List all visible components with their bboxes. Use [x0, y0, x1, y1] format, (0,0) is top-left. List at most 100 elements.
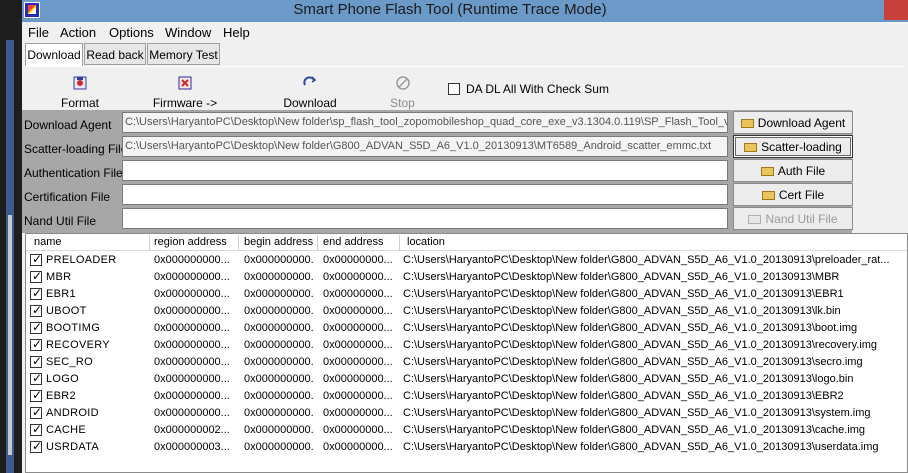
- row-region-address: 0x000000000...: [154, 271, 230, 283]
- col-name[interactable]: name: [34, 236, 62, 248]
- row-end-address: 0x00000000...: [323, 424, 393, 436]
- row-checkbox[interactable]: [30, 269, 42, 283]
- table-row[interactable]: MBR 0x000000000... 0x000000000... 0x0000000…: [26, 269, 907, 286]
- row-checkbox[interactable]: [30, 371, 42, 385]
- row-begin-address: 0x000000000...: [244, 424, 314, 436]
- close-button[interactable]: [884, 0, 908, 20]
- row-region-address: 0x000000000...: [154, 390, 230, 402]
- cert-file-button[interactable]: Cert File: [733, 183, 853, 206]
- row-checkbox[interactable]: [30, 303, 42, 317]
- table-row[interactable]: BOOTIMG 0x000000000... 0x000000000... 0x000…: [26, 320, 907, 337]
- row-region-address: 0x000000000...: [154, 407, 230, 419]
- download-agent-button[interactable]: Download Agent: [733, 111, 853, 134]
- table-row[interactable]: EBR1 0x000000000... 0x000000000... 0x000000…: [26, 286, 907, 303]
- row-location: C:\Users\HaryantoPC\Desktop\New folder\G…: [403, 441, 879, 453]
- row-end-address: 0x00000000...: [323, 373, 393, 385]
- menu-file[interactable]: File: [28, 25, 49, 40]
- row-begin-address: 0x000000000...: [244, 254, 314, 266]
- firmware-upgrade-icon: [178, 76, 192, 90]
- menu-action[interactable]: Action: [60, 25, 96, 40]
- row-location: C:\Users\HaryantoPC\Desktop\New folder\G…: [403, 339, 878, 351]
- row-checkbox[interactable]: [30, 388, 42, 402]
- da-checksum-checkbox[interactable]: [448, 83, 460, 95]
- nand-util-file-label: Nand Util File: [24, 214, 97, 228]
- row-region-address: 0x000000000...: [154, 254, 230, 266]
- table-row[interactable]: LOGO 0x000000000... 0x000000000... 0x000000…: [26, 371, 907, 388]
- row-name: EBR1: [46, 288, 76, 300]
- row-checkbox[interactable]: [30, 439, 42, 453]
- row-region-address: 0x000000003...: [154, 441, 230, 453]
- auth-file-button[interactable]: Auth File: [733, 159, 853, 182]
- row-location: C:\Users\HaryantoPC\Desktop\New folder\G…: [403, 305, 841, 317]
- folder-open-icon: [760, 167, 774, 176]
- authentication-file-path[interactable]: [122, 160, 728, 181]
- folder-open-icon: [748, 215, 762, 224]
- row-checkbox[interactable]: [30, 354, 42, 368]
- row-end-address: 0x00000000...: [323, 288, 393, 300]
- row-begin-address: 0x000000000...: [244, 288, 314, 300]
- row-end-address: 0x00000000...: [323, 322, 393, 334]
- row-location: C:\Users\HaryantoPC\Desktop\New folder\G…: [403, 288, 844, 300]
- column-divider[interactable]: [317, 235, 318, 250]
- menu-options[interactable]: Options: [109, 25, 154, 40]
- col-begin-address[interactable]: begin address: [244, 236, 313, 248]
- table-header: name region address begin address end ad…: [26, 234, 907, 251]
- stop-icon: [395, 76, 410, 90]
- certification-file-label: Certification File: [24, 190, 111, 204]
- column-divider[interactable]: [238, 235, 239, 250]
- table-row[interactable]: RECOVERY 0x000000000... 0x000000000... 0x00…: [26, 337, 907, 354]
- column-divider[interactable]: [399, 235, 400, 250]
- row-location: C:\Users\HaryantoPC\Desktop\New folder\G…: [403, 390, 844, 402]
- tab-memory-test[interactable]: Memory Test: [147, 43, 220, 65]
- tab-read-back[interactable]: Read back: [84, 43, 146, 65]
- scatter-loading-button[interactable]: Scatter-loading: [733, 135, 853, 158]
- window-title: Smart Phone Flash Tool (Runtime Trace Mo…: [293, 1, 607, 18]
- table-row[interactable]: USRDATA 0x000000003... 0x000000000... 0x000…: [26, 439, 907, 456]
- col-location[interactable]: location: [407, 236, 445, 248]
- row-begin-address: 0x000000000...: [244, 322, 314, 334]
- col-end-address[interactable]: end address: [323, 236, 384, 248]
- row-checkbox[interactable]: [30, 252, 42, 266]
- download-button[interactable]: Download: [279, 67, 341, 110]
- row-checkbox[interactable]: [30, 337, 42, 351]
- stop-button[interactable]: Stop: [380, 67, 425, 110]
- col-region-address[interactable]: region address: [154, 236, 227, 248]
- row-checkbox[interactable]: [30, 320, 42, 334]
- row-begin-address: 0x000000000...: [244, 373, 314, 385]
- menu-help[interactable]: Help: [223, 25, 250, 40]
- file-selection-panel: Download Agent C:\Users\HaryantoPC\Deskt…: [22, 110, 853, 233]
- row-location: C:\Users\HaryantoPC\Desktop\New folder\G…: [403, 407, 871, 419]
- row-name: BOOTIMG: [46, 322, 101, 334]
- main-window: File Action Options Window Help Download…: [22, 22, 908, 473]
- title-bar[interactable]: Smart Phone Flash Tool (Runtime Trace Mo…: [22, 0, 908, 22]
- certification-file-path[interactable]: [122, 184, 728, 205]
- da-checksum-option[interactable]: DA DL All With Check Sum: [448, 82, 609, 96]
- table-row[interactable]: SEC_RO 0x000000000... 0x000000000... 0x0000…: [26, 354, 907, 371]
- format-button[interactable]: Format: [55, 67, 105, 110]
- nand-util-file-path[interactable]: [122, 208, 728, 229]
- row-end-address: 0x00000000...: [323, 254, 393, 266]
- row-checkbox[interactable]: [30, 286, 42, 300]
- download-refresh-icon: [303, 76, 317, 86]
- row-checkbox[interactable]: [30, 405, 42, 419]
- table-row[interactable]: CACHE 0x000000002... 0x000000000... 0x00000…: [26, 422, 907, 439]
- stop-label: Stop: [390, 96, 415, 110]
- row-checkbox[interactable]: [30, 422, 42, 436]
- download-label: Download: [283, 96, 337, 110]
- table-row[interactable]: EBR2 0x000000000... 0x000000000... 0x000000…: [26, 388, 907, 405]
- menu-window[interactable]: Window: [165, 25, 211, 40]
- row-location: C:\Users\HaryantoPC\Desktop\New folder\G…: [403, 254, 890, 266]
- column-divider[interactable]: [149, 235, 150, 250]
- download-agent-path[interactable]: C:\Users\HaryantoPC\Desktop\New folder\s…: [122, 112, 728, 133]
- table-row[interactable]: UBOOT 0x000000000... 0x000000000... 0x00000…: [26, 303, 907, 320]
- tab-download[interactable]: Download: [25, 43, 83, 66]
- row-location: C:\Users\HaryantoPC\Desktop\New folder\G…: [403, 322, 858, 334]
- menu-bar: File Action Options Window Help: [22, 22, 908, 42]
- scatter-loading-path[interactable]: C:\Users\HaryantoPC\Desktop\New folder\G…: [122, 136, 728, 157]
- row-name: EBR2: [46, 390, 76, 402]
- table-row[interactable]: PRELOADER 0x000000000... 0x000000000... 0x0…: [26, 252, 907, 269]
- auth-file-button-label: Auth File: [777, 164, 826, 178]
- table-row[interactable]: ANDROID 0x000000000... 0x000000000... 0x000…: [26, 405, 907, 422]
- nand-util-file-button[interactable]: Nand Util File: [733, 207, 853, 230]
- folder-open-icon: [740, 119, 754, 128]
